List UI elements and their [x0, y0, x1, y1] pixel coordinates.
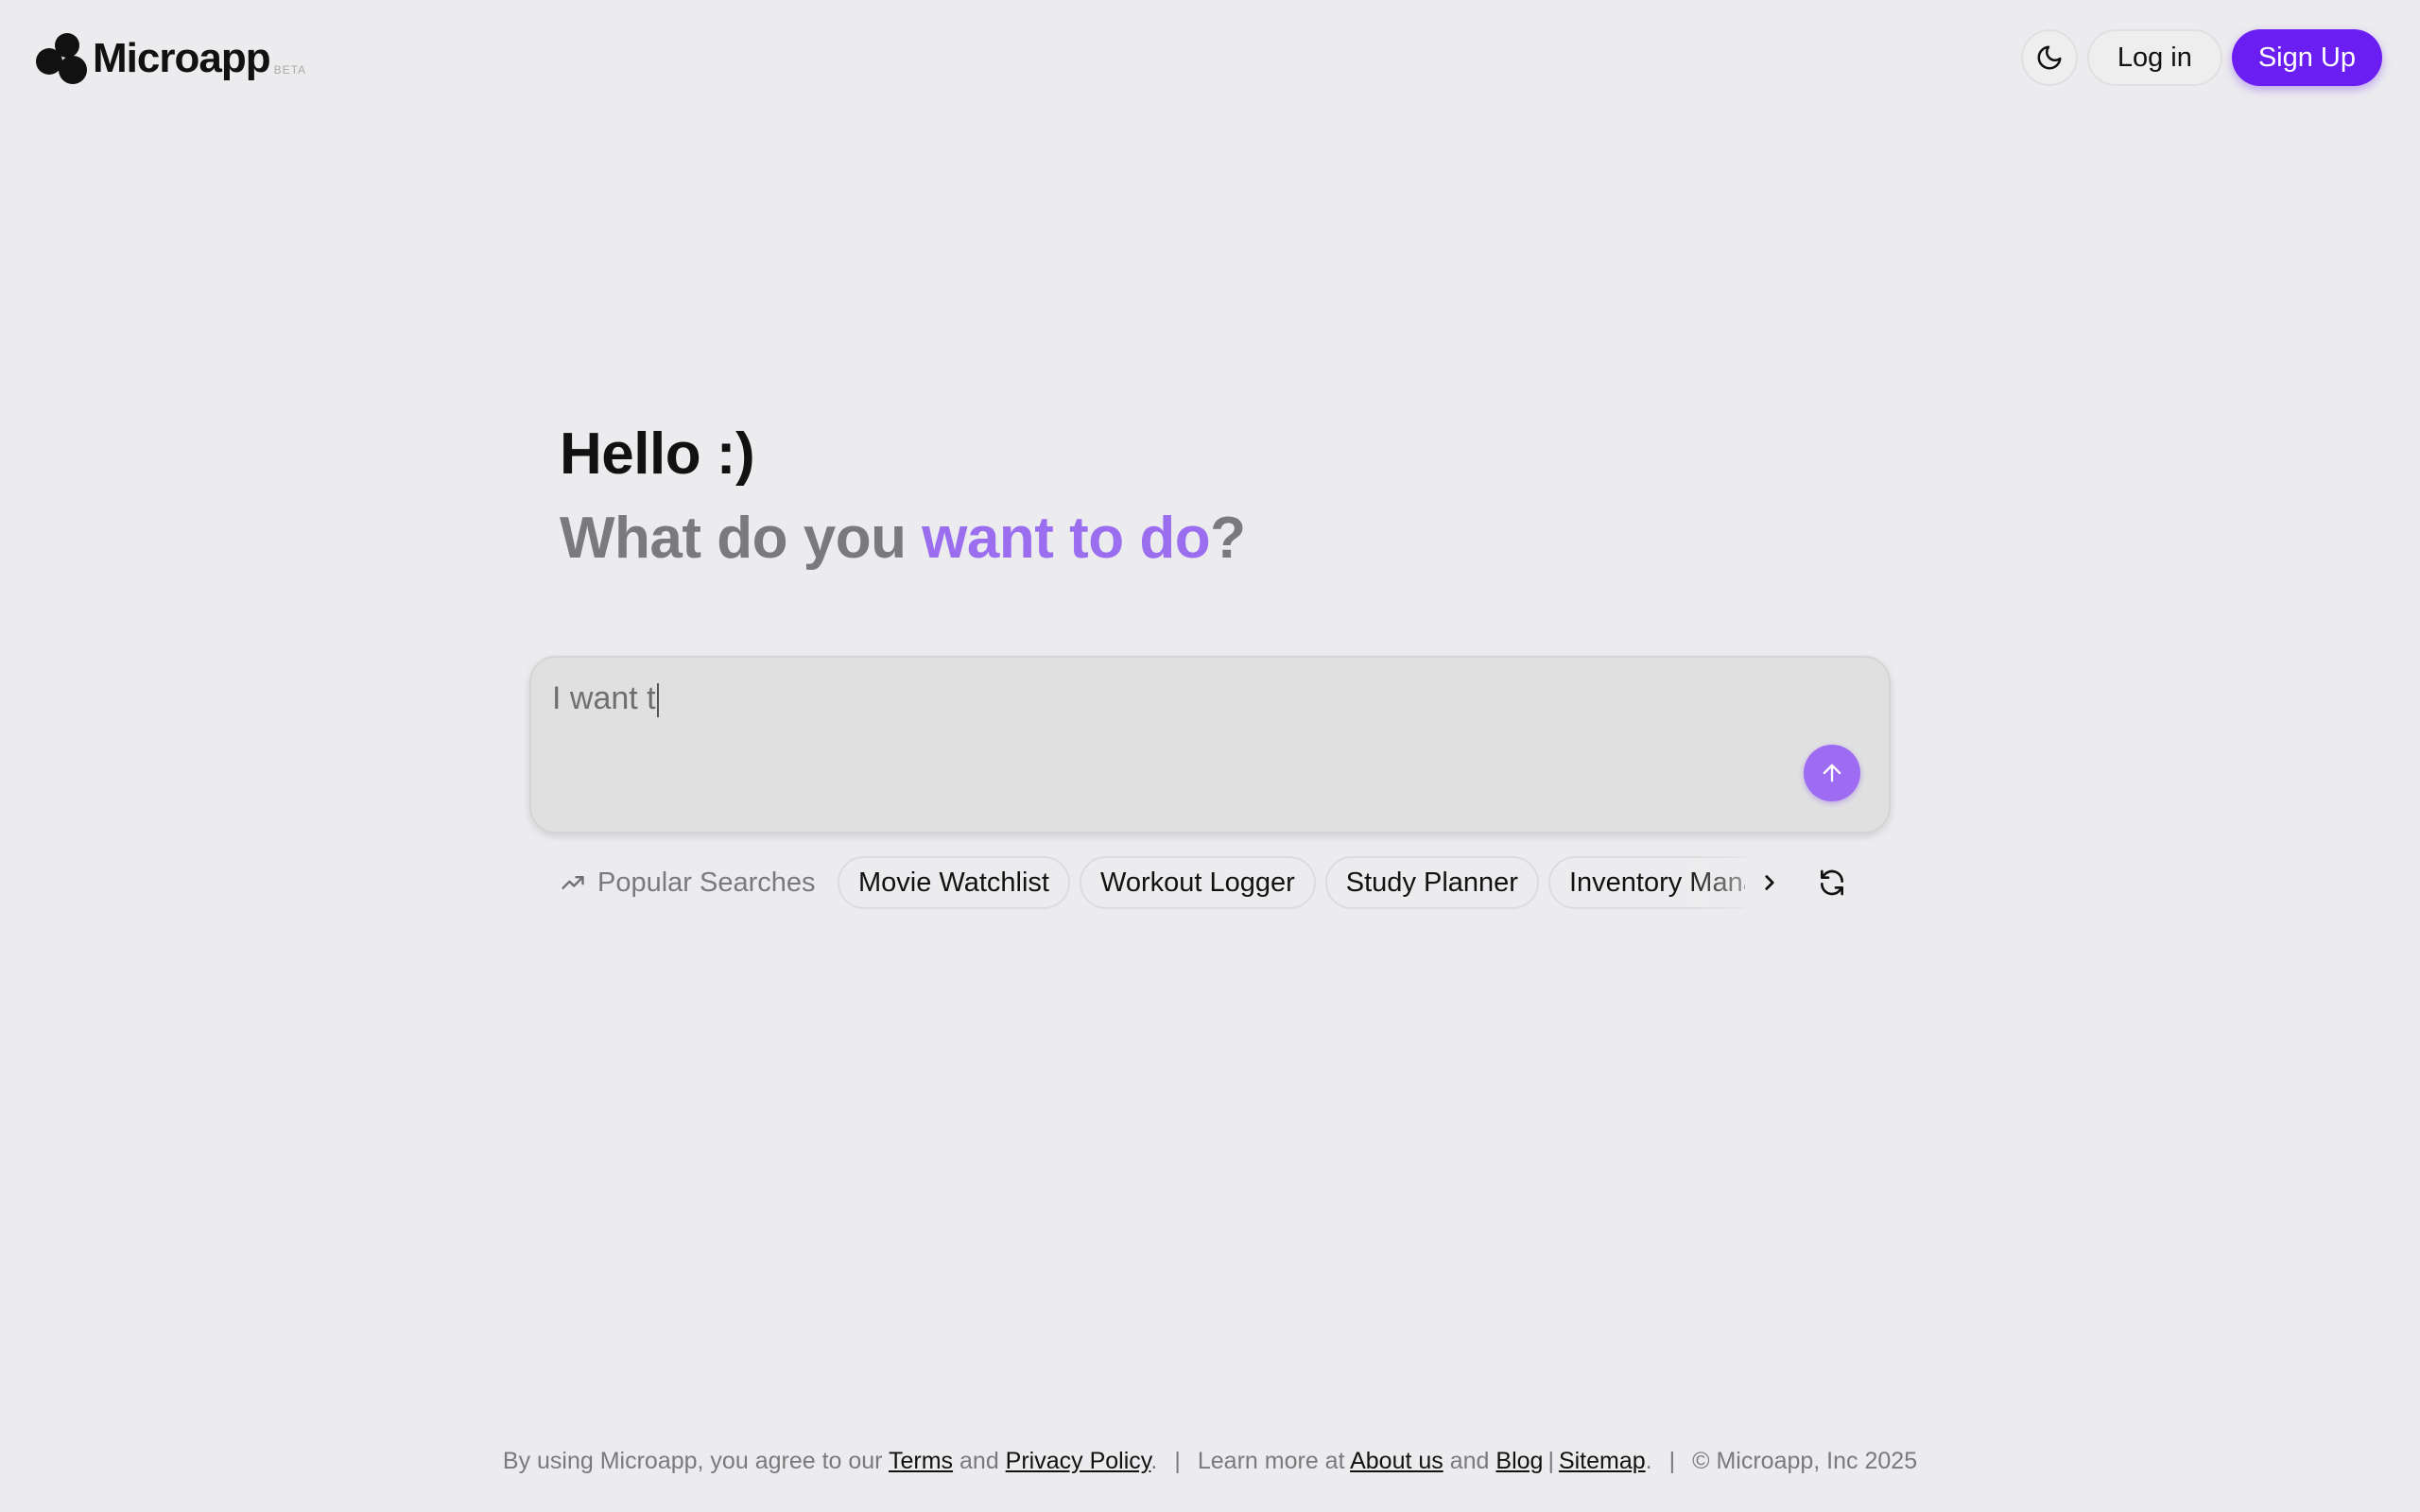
footer-period: .	[1150, 1448, 1158, 1474]
privacy-link[interactable]: Privacy Policy	[1006, 1448, 1151, 1474]
terms-link[interactable]: Terms	[889, 1448, 953, 1474]
question-accent: want to do	[922, 506, 1211, 571]
moon-icon	[2037, 45, 2062, 70]
refresh-button[interactable]	[1811, 862, 1853, 903]
hero: Hello :) What do you want to do?	[560, 421, 1246, 572]
footer-period: .	[1645, 1448, 1652, 1474]
footer-separator: |	[1668, 1448, 1676, 1474]
top-nav: Microapp BETA Log in Sign Up	[0, 0, 2420, 117]
search-chips: Movie Watchlist Workout Logger Study Pla…	[838, 854, 1745, 911]
refresh-icon	[1821, 869, 1843, 896]
theme-toggle-button[interactable]	[2020, 29, 2078, 86]
footer-learn: Learn more at	[1197, 1448, 1351, 1474]
question-heading: What do you want to do?	[560, 505, 1246, 572]
signup-button[interactable]: Sign Up	[2231, 29, 2382, 86]
prompt-value: I want t	[552, 680, 656, 716]
chip-movie-watchlist[interactable]: Movie Watchlist	[838, 856, 1070, 909]
popular-searches-label: Popular Searches	[560, 868, 816, 899]
question-suffix: ?	[1210, 506, 1246, 571]
greeting-heading: Hello :)	[560, 421, 755, 487]
chip-study-planner[interactable]: Study Planner	[1324, 856, 1539, 909]
copyright: © Microapp, Inc 2025	[1692, 1448, 1918, 1474]
beta-badge: BETA	[273, 63, 307, 77]
logo-text: Microapp	[93, 35, 271, 81]
footer-and: and	[1443, 1448, 1496, 1474]
nav-actions: Log in Sign Up	[2020, 29, 2382, 86]
prompt-input[interactable]: I want t	[552, 680, 1781, 718]
chips-next-button[interactable]	[1751, 864, 1789, 902]
about-link[interactable]: About us	[1350, 1448, 1443, 1474]
text-caret	[656, 683, 659, 718]
chip-inventory[interactable]: Inventory Mana	[1547, 856, 1745, 909]
popular-searches: Popular Searches Movie Watchlist Workout…	[560, 854, 1843, 911]
logo-mark-icon	[36, 33, 87, 84]
chevron-right-icon	[1765, 875, 1774, 890]
footer-separator: |	[1174, 1448, 1181, 1474]
chip-workout-logger[interactable]: Workout Logger	[1079, 856, 1316, 909]
footer-and: and	[953, 1448, 1006, 1474]
footer-bar: |	[1547, 1448, 1554, 1474]
blog-link[interactable]: Blog	[1495, 1448, 1543, 1474]
login-button[interactable]: Log in	[2086, 29, 2222, 86]
popular-searches-text: Popular Searches	[597, 867, 816, 898]
trending-up-icon	[562, 876, 584, 889]
send-button[interactable]	[1804, 745, 1860, 801]
logo[interactable]: Microapp BETA	[36, 32, 306, 85]
footer-prefix: By using Microapp, you agree to our	[502, 1448, 889, 1474]
question-prefix: What do you	[560, 506, 923, 571]
footer: By using Microapp, you agree to our Term…	[0, 1448, 2420, 1475]
prompt-box: I want t	[529, 656, 1891, 833]
arrow-up-icon	[1823, 764, 1841, 782]
sitemap-link[interactable]: Sitemap	[1559, 1448, 1646, 1474]
